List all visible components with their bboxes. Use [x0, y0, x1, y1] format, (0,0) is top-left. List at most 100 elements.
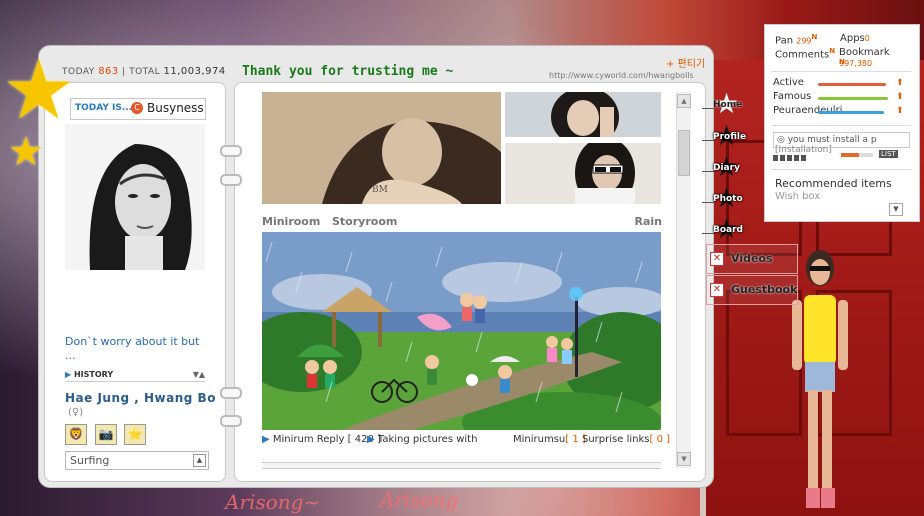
main-photo[interactable]: BM [262, 92, 501, 204]
stat-famous-label: Famous [773, 91, 812, 102]
today-is-label: TODAY IS... [75, 103, 133, 113]
menu-label: Videos [731, 252, 773, 265]
chevron-down-icon[interactable]: ▼ [889, 203, 903, 216]
install-text: you must install a p [787, 135, 877, 145]
page-title: Thank you for trusting me ~ [242, 64, 454, 79]
menu-item-board[interactable]: ★ Board [702, 215, 764, 245]
owner-name: Hae Jung , Hwang Bo [65, 391, 216, 405]
pan-value: 299 [796, 36, 812, 46]
mood-icon: C [131, 102, 143, 114]
chevron-up-icon[interactable]: ▲ [193, 454, 206, 467]
today-mood-value: Busyness [147, 101, 204, 115]
miniroom-reply-link[interactable]: ▶ Minirum Reply [ 420 ] [262, 434, 381, 445]
menu-label: Diary [713, 163, 740, 173]
history-bar[interactable]: ▶ HISTORY ▼▲ [65, 370, 205, 382]
apps-label: Apps [840, 33, 865, 44]
bottom-divider [262, 462, 661, 469]
minirumsu-info[interactable]: Minirumsu[ 1 ] [513, 434, 586, 445]
surfing-value: Surfing [70, 454, 110, 467]
broken-image-icon: ✕ [710, 283, 724, 297]
scroll-thumb[interactable] [678, 130, 690, 176]
surfing-select[interactable]: Surfing ▲ [65, 451, 209, 470]
miniroom-scene[interactable] [262, 232, 661, 430]
menu-label: Board [713, 225, 743, 235]
divider [771, 125, 911, 126]
wishbox-label[interactable]: Wish box [775, 191, 820, 202]
apps-value: 0 [864, 34, 870, 43]
menu-item-profile[interactable]: ★ Profile [702, 122, 764, 152]
tab-storyroom[interactable]: Storyroom [332, 215, 397, 228]
arrow-up-icon: ⬆ [896, 78, 904, 88]
scrollbar[interactable]: ▲ ▼ [676, 92, 691, 468]
taking-pictures-link[interactable]: ▶ Taking pictures with [367, 434, 477, 445]
apps-stat[interactable]: Apps0 [840, 33, 870, 44]
minirumsu-label: Minirumsu [513, 434, 566, 445]
binder-ring [220, 387, 242, 399]
tab-miniroom[interactable]: Miniroom [262, 215, 320, 228]
next-icon[interactable] [794, 155, 799, 161]
edit-link[interactable]: + 편티기 [666, 55, 705, 70]
scroll-up-icon[interactable]: ▲ [677, 94, 691, 108]
stats-popup: Pan 299N Apps0 CommentsN Bookmark 997,38… [764, 24, 920, 222]
today-mood-box: TODAY IS... C Busyness [70, 98, 206, 120]
svg-text:BM: BM [372, 185, 388, 195]
bookmark-stat[interactable]: Bookmark 997,380 [839, 47, 919, 69]
scroll-down-icon[interactable]: ▼ [677, 452, 691, 466]
menu-item-home[interactable]: ★ Home [702, 90, 764, 120]
stat-active-label: Active [773, 77, 804, 88]
camera-icon[interactable]: 📷 [95, 424, 117, 445]
play-icon[interactable] [773, 155, 778, 161]
menu-item-guestbook[interactable]: ✕ Guestbook [706, 275, 798, 305]
new-badge: N [839, 58, 845, 66]
background-script-text-1: Arisong~ [225, 490, 321, 514]
profile-message: Don`t worry about it but ... [65, 335, 200, 362]
menu-item-photo[interactable]: ★ Photo [702, 184, 764, 214]
binder-ring [220, 145, 242, 157]
total-count: 11,003,974 [163, 66, 226, 77]
recommended-items-title: Recommended items [775, 177, 892, 190]
comments-stat[interactable]: CommentsN [775, 47, 835, 60]
weather-label: Rain [634, 215, 663, 228]
divider [771, 169, 911, 170]
counter-separator: | [122, 67, 126, 77]
photo-thumbnail-2[interactable] [505, 143, 661, 204]
stat-famous-bar [818, 97, 888, 100]
playlist-button[interactable]: LIST [879, 150, 898, 158]
menu-label: Home [713, 100, 743, 110]
total-label: TOTAL [129, 67, 161, 77]
stop-icon[interactable] [780, 155, 785, 161]
star-icon[interactable]: ⭐ [124, 424, 146, 445]
new-badge: N [829, 47, 836, 55]
history-toggle-icon[interactable]: ▼▲ [193, 370, 205, 379]
pictures-label: Taking pictures with [377, 434, 478, 445]
menu-label: Guestbook [731, 283, 798, 296]
prev-icon[interactable] [787, 155, 792, 161]
menu-item-diary[interactable]: ★ Diary [702, 153, 764, 183]
stat-active-bar [818, 83, 886, 86]
bullet-icon: ▶ [262, 434, 270, 445]
menu-label: Profile [713, 132, 747, 142]
binder-ring [220, 174, 242, 186]
pan-label: Pan [775, 35, 794, 47]
bullet-icon: ▶ [367, 434, 375, 445]
background-script-text-2: Arisong [380, 488, 459, 512]
homepage-url[interactable]: http://www.cyworld.com/hwangbolls [549, 71, 694, 80]
stat-peuraendeulri-bar [818, 111, 884, 114]
today-count: 863 [98, 66, 119, 77]
broken-image-icon: ✕ [710, 252, 724, 266]
bgm-player[interactable]: LIST [773, 150, 911, 161]
photo-thumbnail-1[interactable] [505, 92, 661, 137]
pan-stat[interactable]: Pan 299N [775, 33, 817, 46]
lion-icon[interactable]: 🦁 [65, 424, 87, 445]
history-label: HISTORY [73, 370, 114, 379]
volume-slider[interactable] [841, 153, 873, 157]
arrow-up-icon: ⬆ [896, 92, 904, 102]
visitor-counter: TODAY 863 | TOTAL 11,003,974 [62, 66, 226, 77]
gold-star-small-icon: ★ [8, 129, 44, 175]
menu-label: Photo [713, 194, 743, 204]
pause-icon[interactable] [801, 155, 806, 161]
surprise-links[interactable]: Surprise links[ 0 ] [582, 434, 670, 445]
reply-label: Minirum Reply [272, 434, 345, 445]
bookmark-label: Bookmark [839, 47, 890, 58]
menu-item-videos[interactable]: ✕ Videos [706, 244, 798, 274]
